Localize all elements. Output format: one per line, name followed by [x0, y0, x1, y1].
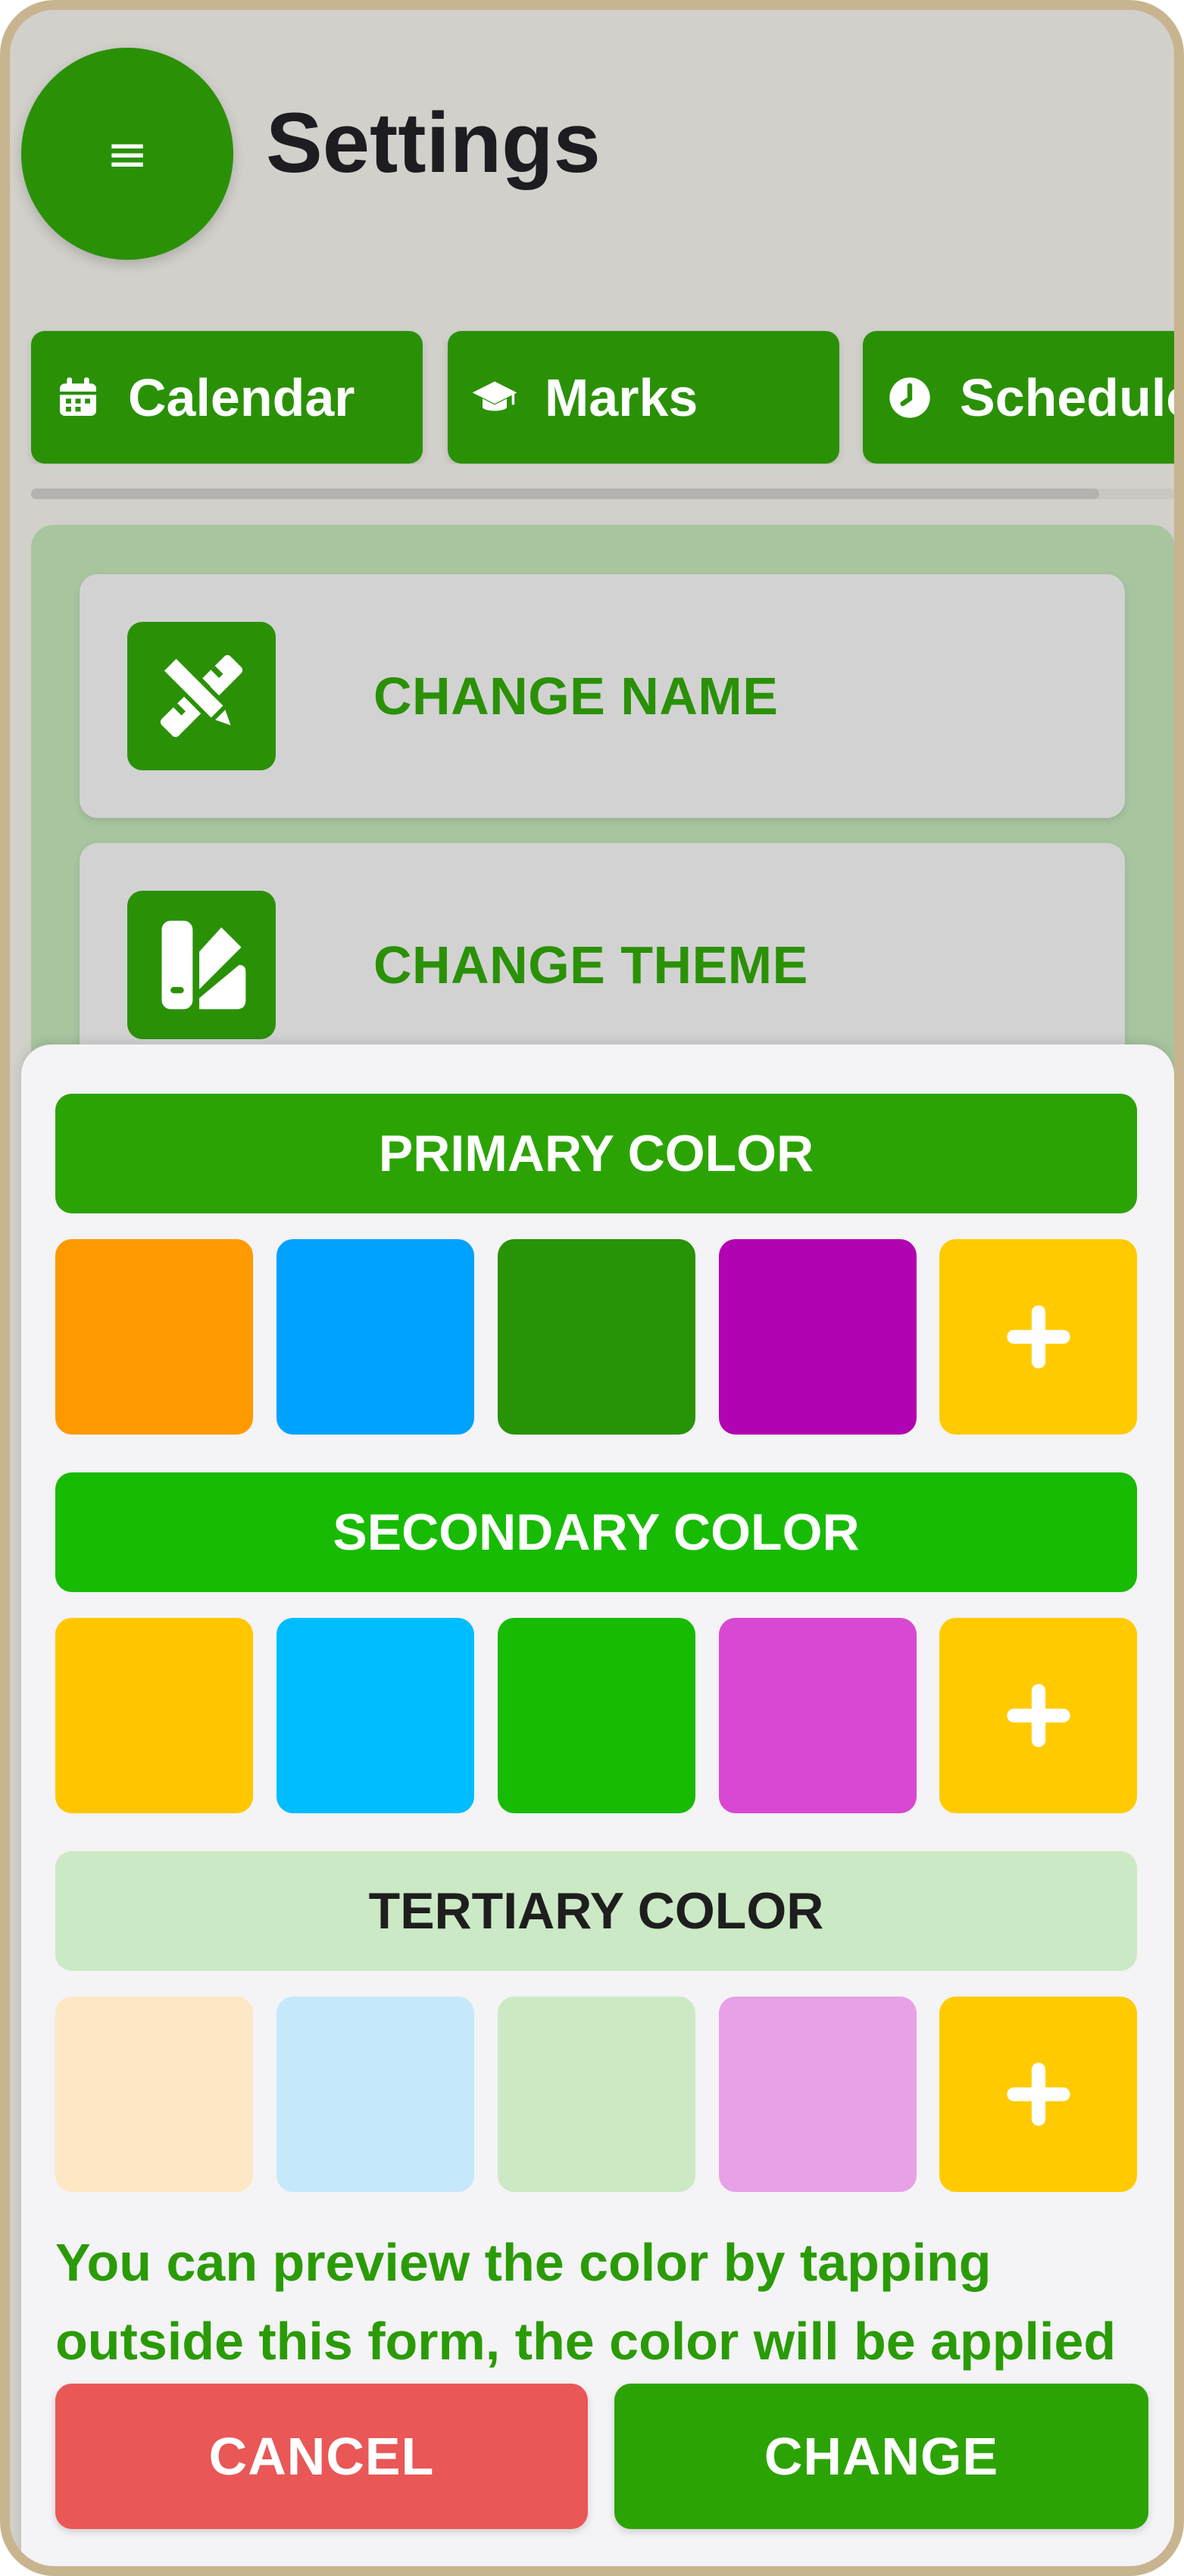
change-name-item[interactable]: CHANGE NAME: [80, 574, 1125, 818]
color-swatch[interactable]: [55, 1239, 253, 1435]
tab-label: Schedule: [960, 367, 1174, 427]
color-swatch[interactable]: [498, 1239, 695, 1435]
page-title: Settings: [266, 95, 601, 190]
tab-marks[interactable]: Marks: [448, 331, 839, 464]
settings-screen: ≡ Settings Calendar Marks Schedule CHANG…: [10, 10, 1174, 2566]
tab-schedule[interactable]: Schedule: [863, 331, 1174, 464]
palette-icon: [127, 891, 276, 1039]
clock-icon: [889, 376, 930, 418]
tab-label: Calendar: [128, 367, 355, 427]
color-swatch[interactable]: [719, 1997, 917, 2192]
color-swatch[interactable]: [55, 1997, 253, 2192]
tab-bar: Calendar Marks Schedule: [21, 320, 1174, 464]
change-button[interactable]: CHANGE: [614, 2384, 1148, 2529]
tab-scrollbar-thumb[interactable]: [31, 489, 1099, 499]
secondary-color-header: SECONDARY COLOR: [55, 1472, 1137, 1592]
plus-icon: [1006, 1684, 1070, 1747]
color-swatch[interactable]: [276, 1997, 474, 2192]
change-name-label: CHANGE NAME: [373, 667, 779, 726]
menu-icon: ≡: [106, 124, 148, 183]
tertiary-color-header: TERTIARY COLOR: [55, 1851, 1137, 1971]
color-swatch[interactable]: [276, 1618, 474, 1813]
menu-button[interactable]: ≡: [21, 48, 233, 260]
color-swatch[interactable]: [719, 1239, 917, 1435]
color-swatch[interactable]: [498, 1618, 695, 1813]
color-swatch[interactable]: [276, 1239, 474, 1435]
helper-text: You can preview the color by tapping out…: [55, 2233, 1117, 2371]
color-swatch[interactable]: [719, 1618, 917, 1813]
color-swatch[interactable]: [498, 1997, 695, 2192]
cancel-button[interactable]: CANCEL: [55, 2384, 588, 2529]
plus-icon: [1006, 2062, 1070, 2126]
calendar-icon: [60, 376, 96, 416]
add-color-button[interactable]: [939, 1239, 1137, 1435]
tab-label: Marks: [545, 367, 698, 427]
primary-color-header: PRIMARY COLOR: [55, 1094, 1137, 1213]
tab-calendar[interactable]: Calendar: [31, 331, 423, 464]
device-frame: ≡ Settings Calendar Marks Schedule CHANG…: [0, 0, 1184, 2576]
add-color-button[interactable]: [939, 1997, 1137, 2192]
pencil-ruler-icon: [127, 622, 276, 770]
graduation-cap-icon: [472, 381, 517, 411]
color-swatch[interactable]: [55, 1618, 253, 1813]
theme-color-sheet: PRIMARY COLOR SECONDARY COLOR TERTIARY C…: [21, 1044, 1174, 2566]
plus-icon: [1006, 1305, 1070, 1369]
add-color-button[interactable]: [939, 1618, 1137, 1813]
